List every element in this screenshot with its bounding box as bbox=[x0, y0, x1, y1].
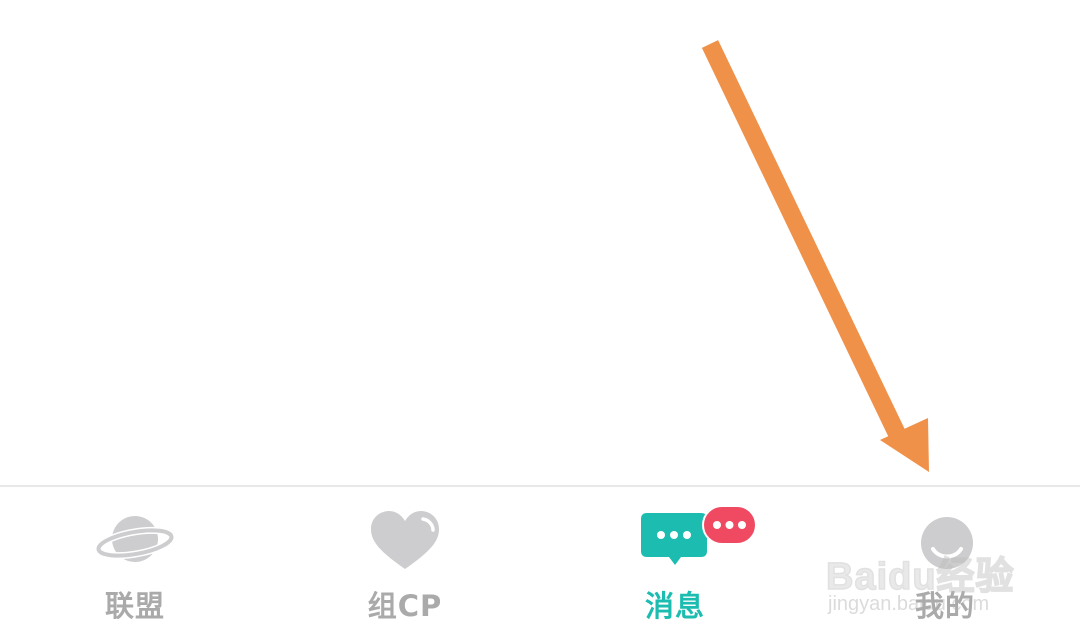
tab-mine[interactable]: 我的 bbox=[810, 487, 1080, 641]
tab-alliance[interactable]: 联盟 bbox=[0, 487, 270, 641]
tab-messages-label: 消息 bbox=[644, 589, 705, 623]
content-area bbox=[0, 0, 1080, 486]
tab-alliance-label: 联盟 bbox=[104, 589, 165, 623]
profile-icon bbox=[921, 517, 973, 569]
tab-cp[interactable]: 组CP bbox=[270, 487, 540, 641]
chat-dots-badge-icon bbox=[702, 505, 757, 545]
heart-icon bbox=[371, 511, 439, 569]
tab-messages[interactable]: 消息 bbox=[540, 487, 810, 641]
tab-cp-label: 组CP bbox=[367, 589, 443, 623]
screen: 联盟 组CP 消息 我的 Baidu经验 jingyan.baidu.com bbox=[0, 0, 1080, 641]
tab-mine-label: 我的 bbox=[914, 589, 975, 623]
bottom-tab-bar: 联盟 组CP 消息 我的 bbox=[0, 485, 1080, 641]
planet-icon bbox=[95, 516, 175, 562]
